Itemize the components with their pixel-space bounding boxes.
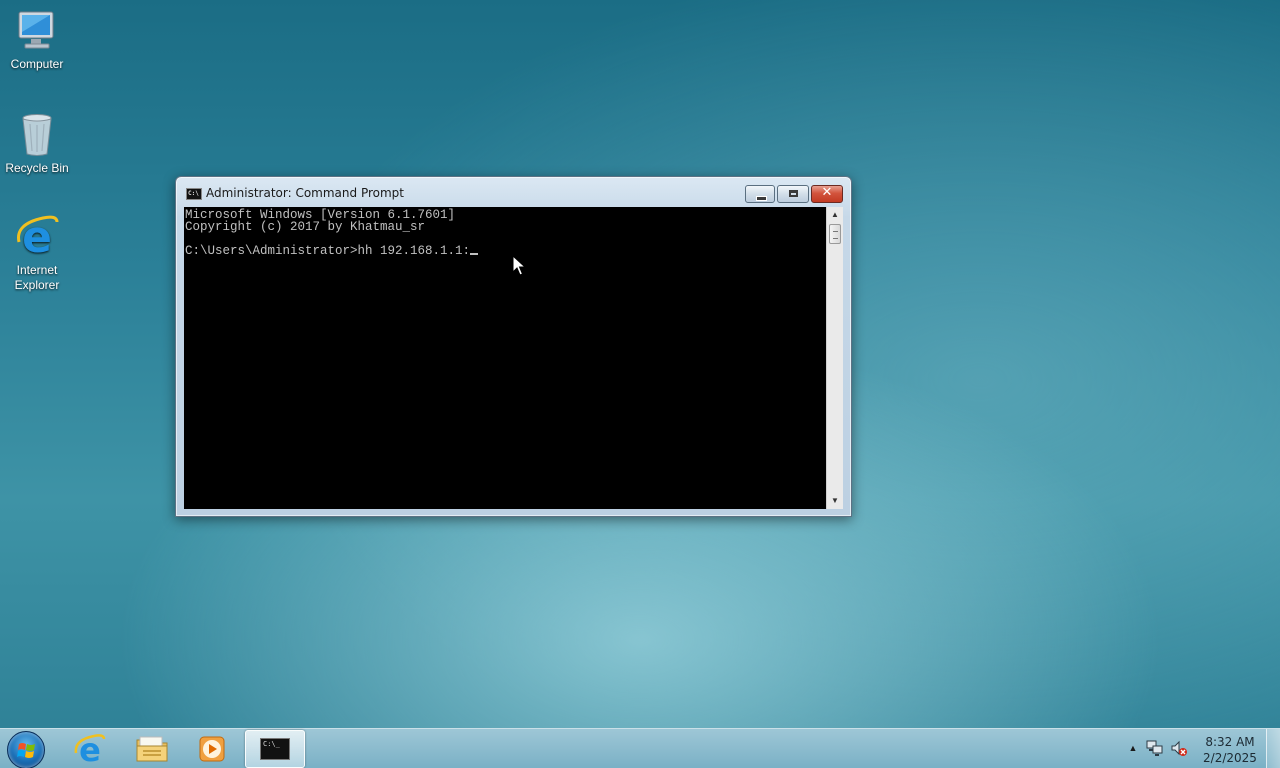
windows-logo-icon: [17, 743, 35, 758]
mouse-pointer-icon: [512, 255, 526, 276]
scroll-down-arrow-icon[interactable]: ▼: [827, 493, 843, 509]
console-line: Copyright (c) 2017 by Khatmau_sr: [185, 220, 426, 234]
desktop-icon-computer[interactable]: Computer: [0, 6, 74, 72]
desktop-icon-label: Recycle Bin: [5, 161, 69, 175]
computer-icon: [18, 11, 54, 49]
scroll-up-arrow-icon[interactable]: ▲: [827, 207, 843, 223]
close-icon: ✕: [821, 185, 833, 200]
minimize-button[interactable]: [745, 185, 775, 203]
desktop-icon-label: Internet Explorer: [14, 263, 60, 292]
taskbar-internet-explorer[interactable]: e: [62, 730, 118, 768]
close-button[interactable]: ✕: [811, 185, 843, 203]
clock-time: 8:32 AM: [1205, 735, 1255, 749]
window-titlebar[interactable]: C:\ Administrator: Command Prompt ✕: [176, 177, 851, 207]
cmd-icon: C:\: [186, 188, 202, 200]
network-icon[interactable]: [1146, 739, 1164, 757]
internet-explorer-icon: e: [17, 212, 59, 260]
desktop-icon-label: Computer: [10, 57, 64, 71]
command-prompt-window[interactable]: C:\ Administrator: Command Prompt ✕ Micr…: [175, 176, 852, 517]
taskbar-media-player[interactable]: [184, 730, 240, 768]
show-desktop-button[interactable]: [1266, 729, 1280, 768]
maximize-icon: [789, 190, 798, 197]
window-title: Administrator: Command Prompt: [206, 186, 404, 200]
console-command: C:\Users\Administrator>hh 192.168.1.1:: [185, 244, 471, 258]
cmd-icon: C:\_: [260, 738, 290, 760]
console-output[interactable]: Microsoft Windows [Version 6.1.7601] Cop…: [184, 207, 826, 509]
clock-date: 2/2/2025: [1203, 751, 1257, 765]
minimize-icon: [756, 196, 767, 201]
start-button[interactable]: [7, 731, 45, 768]
show-hidden-icons-chevron-icon[interactable]: ▲: [1124, 739, 1142, 757]
desktop-icon-internet-explorer[interactable]: e Internet Explorer: [0, 212, 74, 293]
vertical-scrollbar[interactable]: ▲ ▼: [826, 207, 843, 509]
taskbar-command-prompt[interactable]: C:\_: [245, 730, 305, 768]
taskbar-windows-explorer[interactable]: [124, 730, 180, 768]
recycle-bin-icon: [22, 114, 52, 156]
internet-explorer-icon: e: [74, 732, 106, 766]
taskbar: e C:\_ ▲ 8:32 AM 2/2/2025: [0, 728, 1280, 768]
volume-muted-icon[interactable]: [1170, 739, 1188, 757]
desktop-icon-recycle-bin[interactable]: Recycle Bin: [0, 110, 74, 176]
folder-icon: [136, 736, 168, 762]
media-player-icon: [199, 736, 225, 762]
console-prompt-line[interactable]: C:\Users\Administrator>hh 192.168.1.1:: [185, 245, 826, 257]
text-cursor: [470, 253, 479, 255]
maximize-button[interactable]: [777, 185, 809, 203]
scrollbar-thumb[interactable]: [829, 224, 841, 244]
taskbar-clock[interactable]: 8:32 AM 2/2/2025: [1196, 734, 1264, 766]
